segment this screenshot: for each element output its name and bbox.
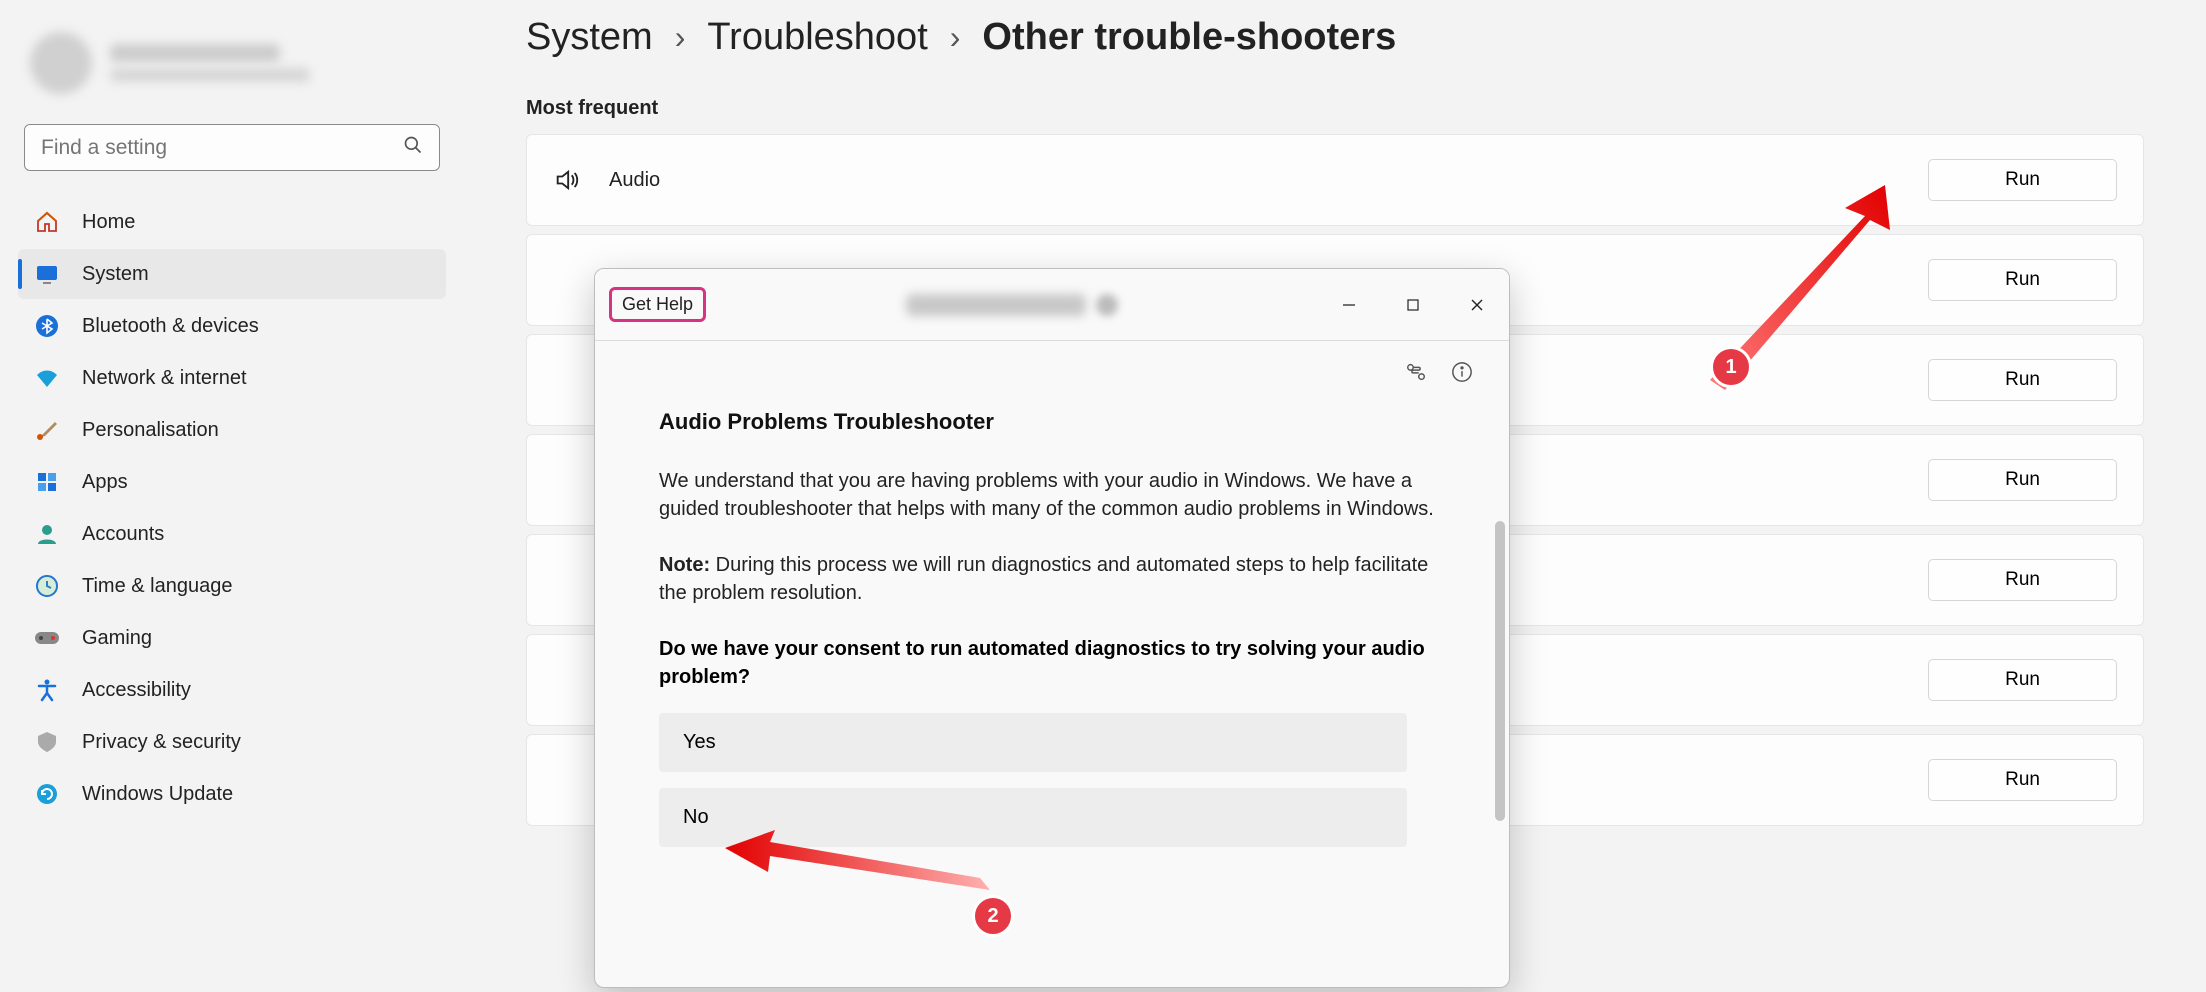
profile-block[interactable] — [18, 22, 446, 120]
popup-note: Note: During this process we will run di… — [659, 551, 1445, 607]
option-no[interactable]: No — [659, 788, 1407, 847]
minimize-button[interactable] — [1317, 281, 1381, 329]
system-icon — [34, 261, 60, 287]
sidebar-item-label: Gaming — [82, 627, 152, 650]
sidebar-item-label: System — [82, 263, 149, 286]
sidebar-item-personalisation[interactable]: Personalisation — [18, 405, 446, 455]
popup-body: Audio Problems Troubleshooter We underst… — [595, 341, 1509, 987]
titlebar-avatar-blur — [1096, 294, 1118, 316]
chevron-right-icon: › — [950, 19, 961, 56]
brush-icon — [34, 417, 60, 443]
close-button[interactable] — [1445, 281, 1509, 329]
sidebar-item-label: Windows Update — [82, 783, 233, 806]
sidebar-item-label: Accounts — [82, 523, 164, 546]
section-title: Most frequent — [526, 97, 2144, 120]
gamepad-icon — [34, 625, 60, 651]
breadcrumb: System › Troubleshoot › Other trouble-sh… — [526, 16, 2144, 59]
sidebar-item-label: Bluetooth & devices — [82, 315, 259, 338]
sidebar-item-label: Home — [82, 211, 135, 234]
run-button[interactable]: Run — [1928, 259, 2117, 301]
clock-icon — [34, 573, 60, 599]
get-help-window: Get Help Audio Problems Troubleshooter W… — [594, 268, 1510, 988]
scrollbar-thumb[interactable] — [1495, 521, 1505, 821]
sidebar-item-network[interactable]: Network & internet — [18, 353, 446, 403]
breadcrumb-troubleshoot[interactable]: Troubleshoot — [707, 16, 927, 59]
search-icon — [403, 135, 423, 160]
run-button[interactable]: Run — [1928, 759, 2117, 801]
avatar — [30, 32, 92, 94]
speaker-icon — [553, 166, 581, 194]
run-button[interactable]: Run — [1928, 359, 2117, 401]
sidebar-item-accounts[interactable]: Accounts — [18, 509, 446, 559]
row-label: Audio — [609, 169, 660, 192]
run-button[interactable]: Run — [1928, 559, 2117, 601]
titlebar-user-blur — [906, 294, 1086, 316]
sidebar-item-privacy[interactable]: Privacy & security — [18, 717, 446, 767]
sidebar-item-accessibility[interactable]: Accessibility — [18, 665, 446, 715]
flow-icon[interactable] — [1405, 361, 1427, 388]
run-button[interactable]: Run — [1928, 159, 2117, 201]
sidebar-item-apps[interactable]: Apps — [18, 457, 446, 507]
sidebar-item-bluetooth[interactable]: Bluetooth & devices — [18, 301, 446, 351]
breadcrumb-current: Other trouble-shooters — [982, 16, 1396, 59]
search-input-wrap[interactable] — [24, 124, 440, 171]
profile-email-blur — [110, 68, 310, 82]
update-icon — [34, 781, 60, 807]
chevron-right-icon: › — [675, 19, 686, 56]
sidebar-item-system[interactable]: System — [18, 249, 446, 299]
apps-icon — [34, 469, 60, 495]
sidebar-item-label: Apps — [82, 471, 128, 494]
sidebar-item-gaming[interactable]: Gaming — [18, 613, 446, 663]
annotation-badge-1: 1 — [1710, 346, 1752, 388]
accessibility-icon — [34, 677, 60, 703]
sidebar-nav: Home System Bluetooth & devices Network … — [18, 197, 446, 819]
bluetooth-icon — [34, 313, 60, 339]
maximize-button[interactable] — [1381, 281, 1445, 329]
home-icon — [34, 209, 60, 235]
popup-paragraph: We understand that you are having proble… — [659, 467, 1445, 523]
sidebar-item-label: Personalisation — [82, 419, 219, 442]
run-button[interactable]: Run — [1928, 459, 2117, 501]
scrollbar[interactable] — [1495, 391, 1505, 977]
wifi-icon — [34, 365, 60, 391]
run-button[interactable]: Run — [1928, 659, 2117, 701]
sidebar-item-update[interactable]: Windows Update — [18, 769, 446, 819]
person-icon — [34, 521, 60, 547]
shield-icon — [34, 729, 60, 755]
popup-title: Audio Problems Troubleshooter — [659, 409, 1445, 435]
sidebar-item-label: Accessibility — [82, 679, 191, 702]
sidebar-item-label: Time & language — [82, 575, 232, 598]
sidebar: Home System Bluetooth & devices Network … — [0, 0, 464, 992]
titlebar: Get Help — [595, 269, 1509, 341]
breadcrumb-system[interactable]: System — [526, 16, 653, 59]
sidebar-item-label: Network & internet — [82, 367, 247, 390]
sidebar-item-time[interactable]: Time & language — [18, 561, 446, 611]
profile-name-blur — [110, 44, 280, 62]
app-name-highlight: Get Help — [609, 287, 706, 322]
sidebar-item-home[interactable]: Home — [18, 197, 446, 247]
annotation-badge-2: 2 — [972, 895, 1014, 937]
row-audio: Audio Run — [526, 134, 2144, 226]
search-input[interactable] — [41, 136, 403, 160]
info-icon[interactable] — [1451, 361, 1473, 388]
popup-question: Do we have your consent to run automated… — [659, 635, 1445, 691]
sidebar-item-label: Privacy & security — [82, 731, 241, 754]
option-yes[interactable]: Yes — [659, 713, 1407, 772]
